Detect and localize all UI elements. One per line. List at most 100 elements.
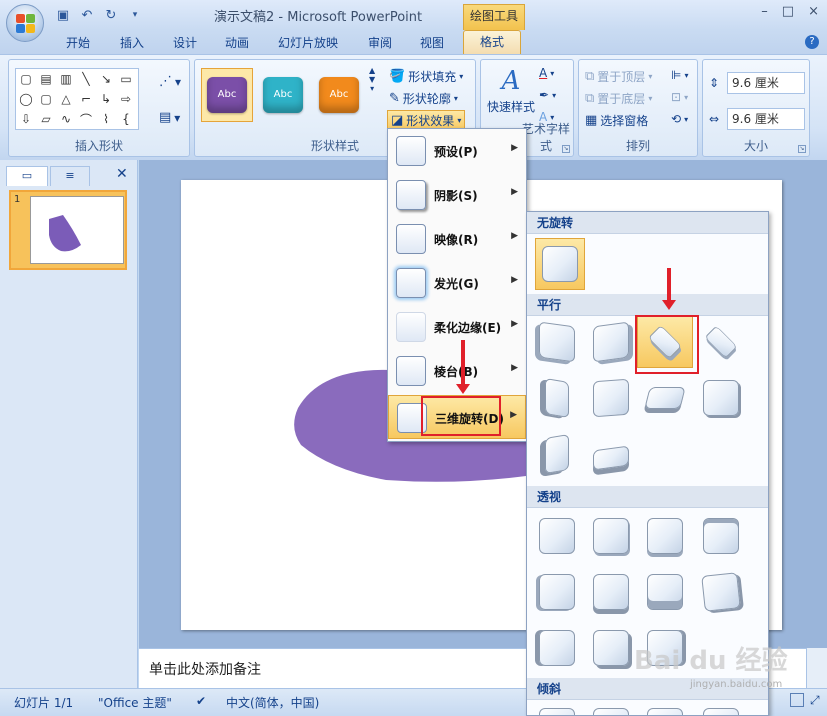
rotation-perspective-9[interactable]	[535, 626, 579, 670]
rotation-parallel-5[interactable]	[535, 376, 579, 420]
rotation-none[interactable]	[535, 238, 585, 290]
rotation-perspective-10[interactable]	[589, 626, 633, 670]
office-button[interactable]	[6, 4, 44, 42]
shape-style-teal[interactable]: Abc	[257, 68, 309, 122]
shape-outline-button[interactable]: ✎ 形状轮廓 ▾	[389, 90, 458, 107]
elbow-arrow-icon[interactable]: ↳	[96, 89, 116, 109]
tab-view[interactable]: 视图	[420, 34, 444, 51]
rotation-parallel-8[interactable]	[699, 376, 743, 420]
rotation-perspective-4[interactable]	[699, 514, 743, 558]
save-icon[interactable]: ▣	[54, 6, 72, 24]
height-input[interactable]: 9.6 厘米	[727, 72, 805, 94]
textbox-shape-icon[interactable]: ▢	[16, 69, 36, 89]
redo-icon[interactable]: ↻	[102, 6, 120, 24]
text-outline-icon[interactable]: ✒ ▾	[539, 88, 556, 102]
help-icon[interactable]: ?	[805, 35, 819, 49]
text-fill-icon[interactable]: A ▾	[539, 66, 554, 80]
rotation-perspective-8[interactable]	[699, 570, 743, 614]
tab-animations[interactable]: 动画	[225, 34, 249, 51]
rotation-parallel-2[interactable]	[589, 320, 633, 364]
section-no-rotation: 无旋转	[527, 212, 768, 234]
elbow-connector-icon[interactable]: ⌐	[76, 89, 96, 109]
rotation-oblique-3[interactable]	[643, 704, 687, 715]
group-objects-icon[interactable]: ⊡ ▾	[671, 90, 688, 104]
width-input[interactable]: 9.6 厘米	[727, 108, 805, 130]
rotation-oblique-4[interactable]	[699, 704, 743, 715]
draw-textbox-icon[interactable]: ▤ ▾	[159, 110, 180, 125]
rotation-parallel-4[interactable]	[699, 320, 743, 364]
rotation-oblique-1[interactable]	[535, 704, 579, 715]
tab-home[interactable]: 开始	[66, 34, 90, 51]
tab-format[interactable]: 格式	[463, 30, 521, 54]
menu-item-preset[interactable]: 预设(P) ▶	[388, 129, 526, 173]
brace-shape-icon[interactable]: {	[116, 109, 136, 129]
close-pane-icon[interactable]: ✕	[116, 166, 128, 182]
slide-thumbnail[interactable]: 1	[9, 190, 127, 270]
line-shape-icon[interactable]: ╲	[76, 69, 96, 89]
shape-style-orange[interactable]: Abc	[313, 68, 365, 122]
triangle-shape-icon[interactable]: △	[56, 89, 76, 109]
down-arrow-shape-icon[interactable]: ⇩	[16, 109, 36, 129]
cube-shape-icon[interactable]: ▱	[36, 109, 56, 129]
section-perspective: 透视	[527, 486, 768, 508]
rotate-icon[interactable]: ⟲ ▾	[671, 112, 688, 126]
rotation-perspective-1[interactable]	[535, 514, 579, 558]
rotation-parallel-6[interactable]	[589, 376, 633, 420]
close-button[interactable]: ×	[808, 4, 819, 19]
rounded-rect-shape-icon[interactable]: ▢	[36, 89, 56, 109]
rotation-perspective-5[interactable]	[535, 570, 579, 614]
shapes-gallery[interactable]: ▢ ▤ ▥ ╲ ↘ ▭ ◯ ▢ △ ⌐ ↳ ⇨ ⇩ ▱ ∿ ⌒ ⌇ {	[15, 68, 139, 130]
tab-insert[interactable]: 插入	[120, 34, 144, 51]
curve-shape-icon[interactable]: ∿	[56, 109, 76, 129]
undo-icon[interactable]: ↶	[78, 6, 96, 24]
menu-item-shadow[interactable]: 阴影(S) ▶	[388, 173, 526, 217]
maximize-button[interactable]: □	[782, 4, 794, 19]
rotation-parallel-9[interactable]	[535, 432, 579, 476]
rotation-perspective-3[interactable]	[643, 514, 687, 558]
shape-style-purple[interactable]: Abc	[201, 68, 253, 122]
notes-scrollbar[interactable]	[806, 648, 827, 688]
quick-styles-button[interactable]: A 快速样式	[487, 66, 535, 115]
edit-shape-icon[interactable]: ⋰ ▾	[159, 74, 181, 89]
selection-pane-button[interactable]: ▦ 选择窗格	[585, 112, 648, 129]
bring-to-front-button[interactable]: ⧉ 置于顶层 ▾	[585, 68, 652, 85]
arc-shape-icon[interactable]: ⌒	[76, 109, 96, 129]
rotation-oblique-2[interactable]	[589, 704, 633, 715]
size-launcher-icon[interactable]: ↘	[798, 145, 806, 153]
tab-slideshow[interactable]: 幻灯片放映	[278, 34, 338, 51]
tab-outline-icon[interactable]: ≡	[50, 166, 90, 186]
menu-item-soft-edges[interactable]: 柔化边缘(E) ▶	[388, 305, 526, 349]
rotation-perspective-7[interactable]	[643, 570, 687, 614]
style-gallery-scroll[interactable]: ▲ ▼ ▾	[369, 66, 375, 93]
spellcheck-icon[interactable]: ✔	[196, 694, 206, 708]
tab-slides-icon[interactable]: ▭	[6, 166, 48, 186]
rotation-perspective-6[interactable]	[589, 570, 633, 614]
rotation-perspective-2[interactable]	[589, 514, 633, 558]
wordart-launcher-icon[interactable]: ↘	[562, 145, 570, 153]
textbox-a-shape-icon[interactable]: ▤	[36, 69, 56, 89]
fit-window-icon[interactable]: ⤢	[810, 693, 820, 708]
right-arrow-shape-icon[interactable]: ⇨	[116, 89, 136, 109]
rotation-parallel-1[interactable]	[535, 320, 579, 364]
shape-fill-button[interactable]: 🪣 形状填充 ▾	[389, 68, 463, 85]
align-icon[interactable]: ⊫ ▾	[671, 68, 688, 82]
vertical-textbox-icon[interactable]: ▥	[56, 69, 76, 89]
height-icon: ⇕	[709, 76, 720, 90]
menu-item-glow[interactable]: 发光(G) ▶	[388, 261, 526, 305]
menu-item-reflection[interactable]: 映像(R) ▶	[388, 217, 526, 261]
arrow-line-shape-icon[interactable]: ↘	[96, 69, 116, 89]
section-parallel: 平行	[527, 294, 768, 316]
tab-review[interactable]: 审阅	[368, 34, 392, 51]
rectangle-shape-icon[interactable]: ▭	[116, 69, 136, 89]
rotation-parallel-7[interactable]	[643, 376, 687, 420]
language: 中文(简体，中国)	[226, 696, 320, 710]
send-to-back-button[interactable]: ⧉ 置于底层 ▾	[585, 90, 652, 107]
oval-shape-icon[interactable]: ◯	[16, 89, 36, 109]
watermark-url: jingyan.baidu.com	[690, 679, 783, 690]
minimize-button[interactable]: –	[761, 4, 768, 19]
tab-design[interactable]: 设计	[173, 34, 197, 51]
customize-qat-icon[interactable]: ▾	[126, 6, 144, 24]
view-normal-icon[interactable]	[790, 693, 804, 707]
rotation-parallel-10[interactable]	[589, 436, 633, 480]
freeform-shape-icon[interactable]: ⌇	[96, 109, 116, 129]
